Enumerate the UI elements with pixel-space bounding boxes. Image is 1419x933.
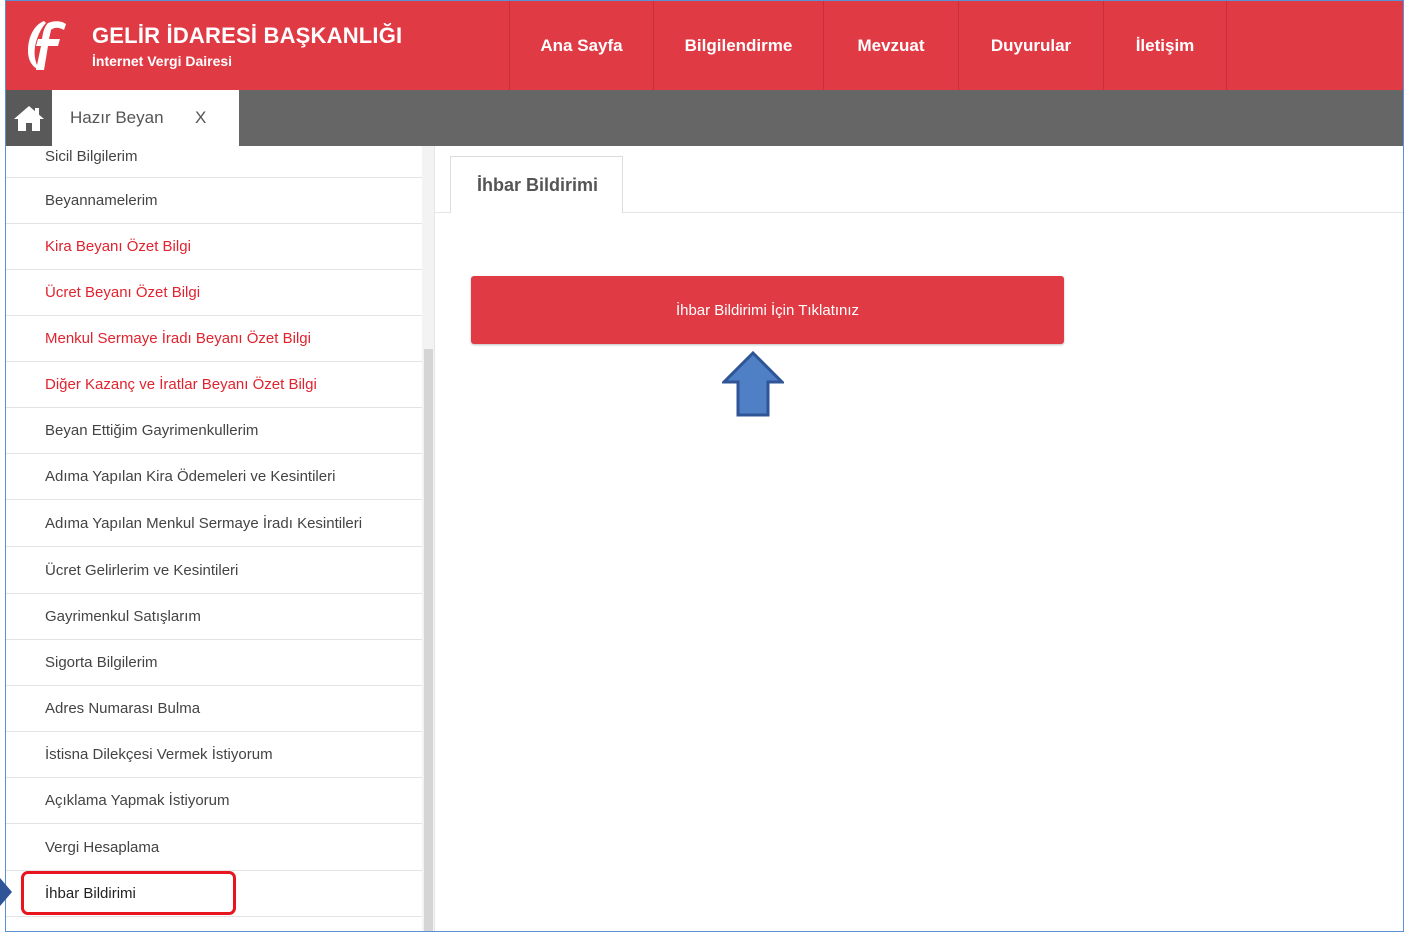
pointer-arrow-icon: [0, 878, 12, 906]
sidebar-scroll-thumb[interactable]: [424, 349, 433, 931]
sidebar-item-adres-numarasi[interactable]: Adres Numarası Bulma: [6, 686, 422, 732]
sidebar-item-ucret-beyani[interactable]: Ücret Beyanı Özet Bilgi: [6, 270, 422, 316]
sidebar-item-sigorta-bilgilerim[interactable]: Sigorta Bilgilerim: [6, 640, 422, 686]
sidebar-item-sicil-bilgilerim[interactable]: Sicil Bilgilerim: [6, 146, 422, 178]
header: GELİR İDARESİ BAŞKANLIĞI İnternet Vergi …: [6, 1, 1403, 90]
sidebar-item-gayrimenkullerim[interactable]: Beyan Ettiğim Gayrimenkullerim: [6, 408, 422, 454]
nav-duyurular[interactable]: Duyurular: [958, 1, 1103, 90]
sidebar-item-ucret-gelirleri[interactable]: Ücret Gelirlerim ve Kesintileri: [6, 547, 422, 594]
nav-mevzuat[interactable]: Mevzuat: [823, 1, 958, 90]
sidebar-item-diger-kazanc[interactable]: Diğer Kazanç ve İratlar Beyanı Özet Bilg…: [6, 362, 422, 408]
sidebar-item-aciklama-yapmak[interactable]: Açıklama Yapmak İstiyorum: [6, 778, 422, 824]
nav-iletisim[interactable]: İletişim: [1103, 1, 1227, 90]
panel-divider: [434, 146, 435, 931]
sidebar-item-istisna-dilekcesi[interactable]: İstisna Dilekçesi Vermek İstiyorum: [6, 732, 422, 778]
ihbar-bildirimi-button[interactable]: İhbar Bildirimi İçin Tıklatınız: [471, 276, 1064, 344]
highlight-box: [21, 871, 236, 915]
tab-label: Hazır Beyan: [70, 108, 164, 127]
gib-logo-icon: [28, 21, 66, 70]
home-button[interactable]: [6, 90, 52, 146]
up-arrow-icon: [722, 351, 784, 417]
home-icon: [14, 106, 44, 131]
sidebar-item-menkul-sermaye-beyani[interactable]: Menkul Sermaye İradı Beyanı Özet Bilgi: [6, 316, 422, 362]
sidebar-item-gayrimenkul-satislarim[interactable]: Gayrimenkul Satışlarım: [6, 594, 422, 640]
tab-hazir-beyan[interactable]: Hazır Beyan X: [52, 90, 239, 146]
app-window: GELİR İDARESİ BAŞKANLIĞI İnternet Vergi …: [5, 0, 1404, 932]
sidebar-item-beyannamelerim[interactable]: Beyannamelerim: [6, 178, 422, 224]
sidebar-item-vergi-hesaplama[interactable]: Vergi Hesaplama: [6, 824, 422, 871]
top-nav: Ana Sayfa Bilgilendirme Mevzuat Duyurula…: [509, 1, 1227, 90]
tab-ihbar-bildirimi[interactable]: İhbar Bildirimi: [450, 156, 623, 213]
tab-bar: Hazır Beyan X: [6, 90, 1403, 146]
sidebar-item-kira-beyani[interactable]: Kira Beyanı Özet Bilgi: [6, 224, 422, 270]
sidebar-menu: Sicil Bilgilerim Beyannamelerim Kira Bey…: [6, 146, 422, 931]
brand-title: GELİR İDARESİ BAŞKANLIĞI: [92, 23, 403, 48]
tab-close-button[interactable]: X: [195, 108, 206, 128]
nav-bilgilendirme[interactable]: Bilgilendirme: [653, 1, 823, 90]
sidebar-item-kira-odemeleri[interactable]: Adıma Yapılan Kira Ödemeleri ve Kesintil…: [6, 454, 422, 500]
brand-subtitle: İnternet Vergi Dairesi: [92, 53, 233, 69]
nav-ana-sayfa[interactable]: Ana Sayfa: [509, 1, 653, 90]
sidebar-item-menkul-sermaye-kesintileri[interactable]: Adıma Yapılan Menkul Sermaye İradı Kesin…: [6, 500, 422, 547]
